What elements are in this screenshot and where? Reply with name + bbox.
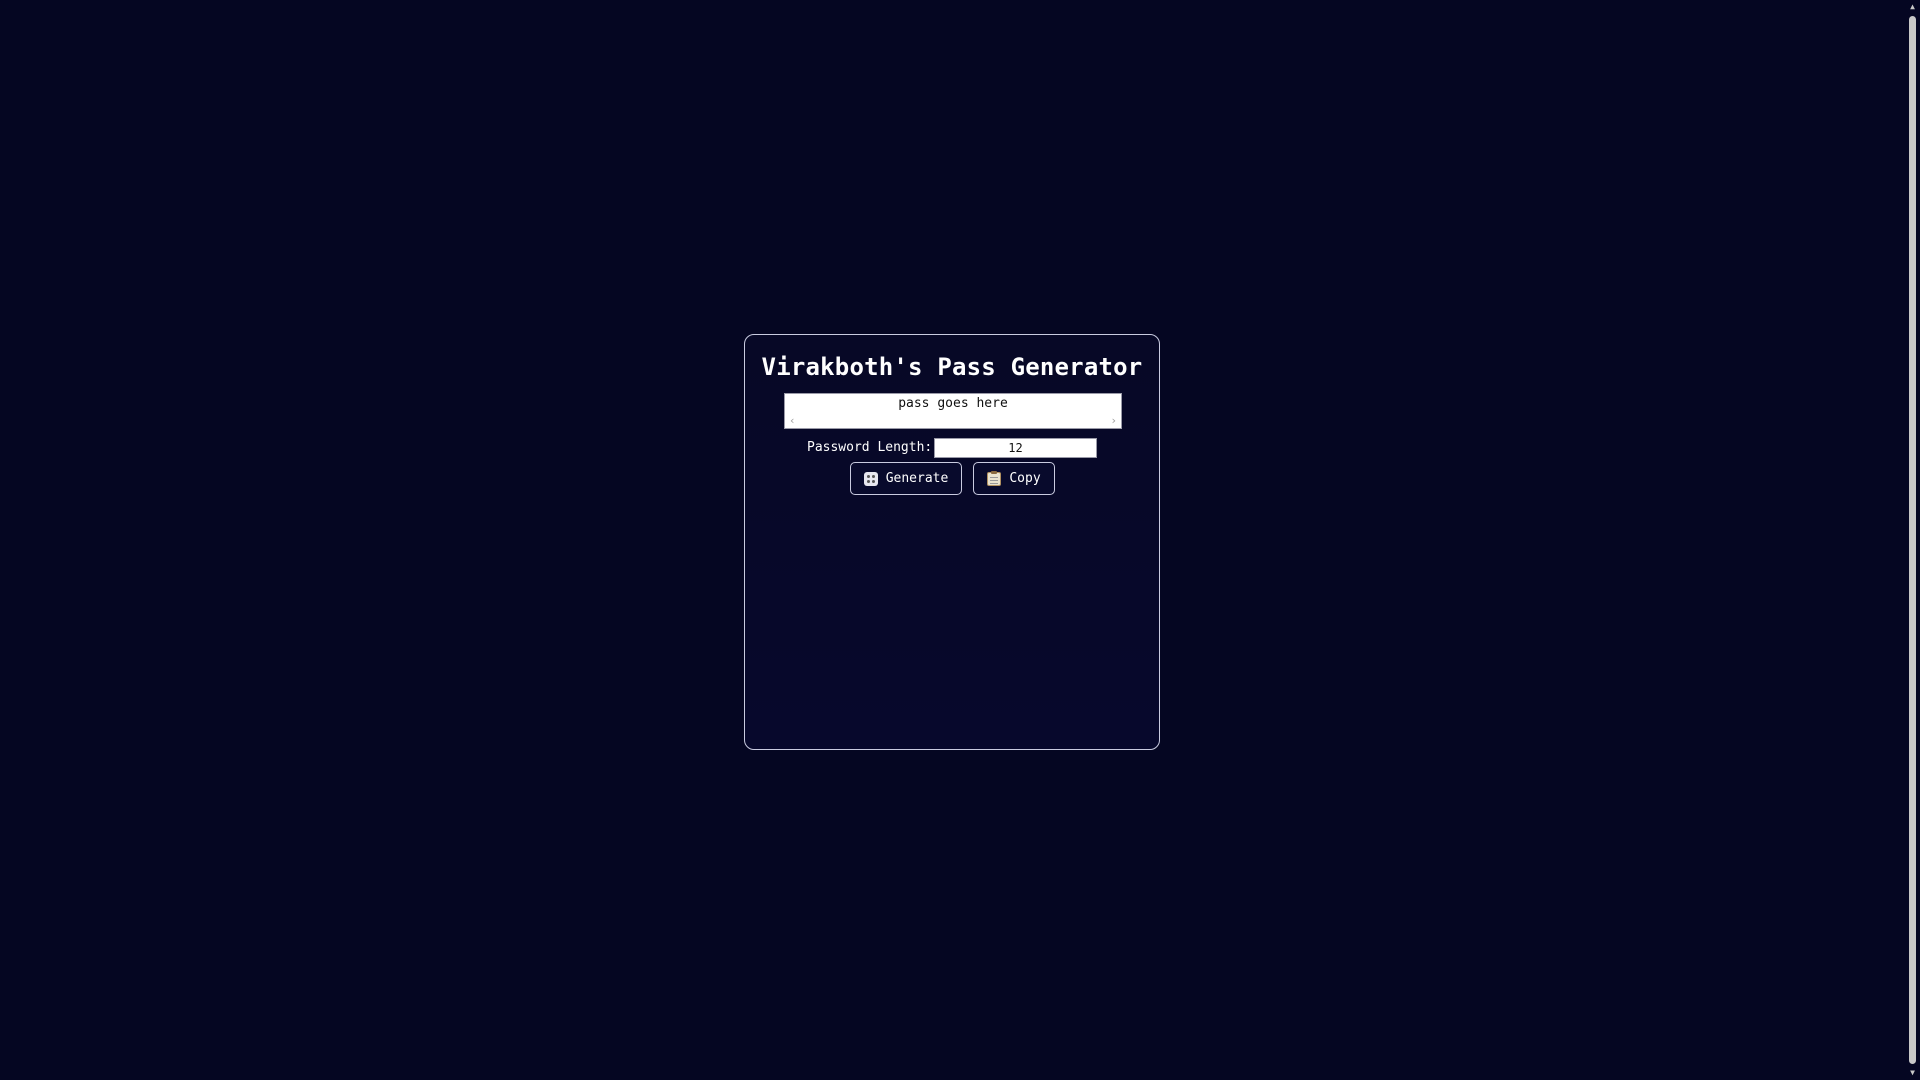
scroll-left-icon[interactable]: ‹ (789, 415, 796, 427)
generate-button[interactable]: Generate (850, 462, 962, 495)
copy-button[interactable]: Copy (973, 462, 1055, 495)
page-title: Virakboth's Pass Generator (761, 353, 1143, 381)
scroll-down-icon[interactable]: ▼ (1905, 1066, 1920, 1080)
password-length-label: Password Length: (807, 440, 933, 455)
page-scrollbar[interactable]: ▲ ▼ (1905, 0, 1920, 1080)
scrollbar-thumb[interactable] (1909, 16, 1916, 1064)
copy-button-label: Copy (1009, 471, 1041, 486)
generator-card: Virakboth's Pass Generator pass goes her… (744, 334, 1160, 750)
password-length-row: Password Length: 12 (745, 437, 1159, 459)
scroll-right-icon[interactable]: › (1110, 415, 1117, 427)
page-background: Virakboth's Pass Generator pass goes her… (0, 0, 1905, 1080)
password-length-input[interactable]: 12 (934, 438, 1097, 458)
password-output-field[interactable]: pass goes here ‹ › (784, 393, 1122, 429)
dice-icon (863, 471, 878, 486)
password-output-text: pass goes here (898, 396, 1008, 411)
generate-button-label: Generate (885, 471, 949, 486)
clipboard-icon (987, 470, 1002, 486)
scroll-up-icon[interactable]: ▲ (1905, 0, 1920, 14)
